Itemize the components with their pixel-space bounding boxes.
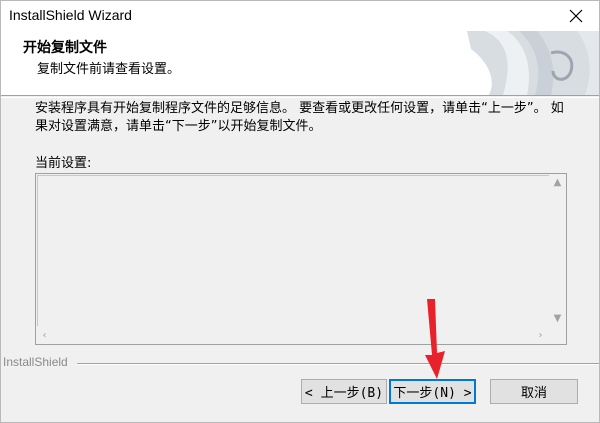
header-swirl-graphic <box>467 31 599 95</box>
red-arrow-annotation-icon <box>425 299 445 379</box>
installshield-brand: InstallShield <box>3 355 68 369</box>
close-button[interactable] <box>553 1 599 31</box>
current-settings-label: 当前设置: <box>35 156 92 171</box>
scrollbar-corner <box>549 327 566 344</box>
wizard-header: 开始复制文件 复制文件前请查看设置。 <box>1 31 599 96</box>
header-divider <box>1 97 599 98</box>
scroll-right-icon[interactable]: › <box>532 327 549 344</box>
footer-divider-highlight <box>77 364 599 365</box>
vertical-scrollbar[interactable]: ▲ ▼ <box>549 174 566 327</box>
settings-content <box>37 175 565 326</box>
back-button[interactable]: < 上一步(B) <box>301 379 387 404</box>
page-subtitle: 复制文件前请查看设置。 <box>37 62 181 77</box>
scroll-down-icon[interactable]: ▼ <box>549 310 566 327</box>
cancel-button[interactable]: 取消 <box>490 379 578 404</box>
page-title: 开始复制文件 <box>23 40 107 56</box>
scroll-up-icon[interactable]: ▲ <box>549 174 566 191</box>
horizontal-scrollbar[interactable]: ‹ › <box>36 327 549 344</box>
current-settings-textbox[interactable]: ▲ ▼ ‹ › <box>35 173 567 345</box>
title-bar[interactable]: InstallShield Wizard <box>1 1 599 31</box>
installshield-wizard-window: InstallShield Wizard 开始复制文件 复制文件前请查看设置。 … <box>0 0 600 423</box>
description-text: 安装程序具有开始复制程序文件的足够信息。 要查看或更改任何设置，请单击“上一步”… <box>35 101 564 134</box>
close-icon <box>569 9 583 23</box>
window-title: InstallShield Wizard <box>9 7 132 23</box>
next-button[interactable]: 下一步(N) > <box>389 379 476 404</box>
scroll-left-icon[interactable]: ‹ <box>36 327 53 344</box>
